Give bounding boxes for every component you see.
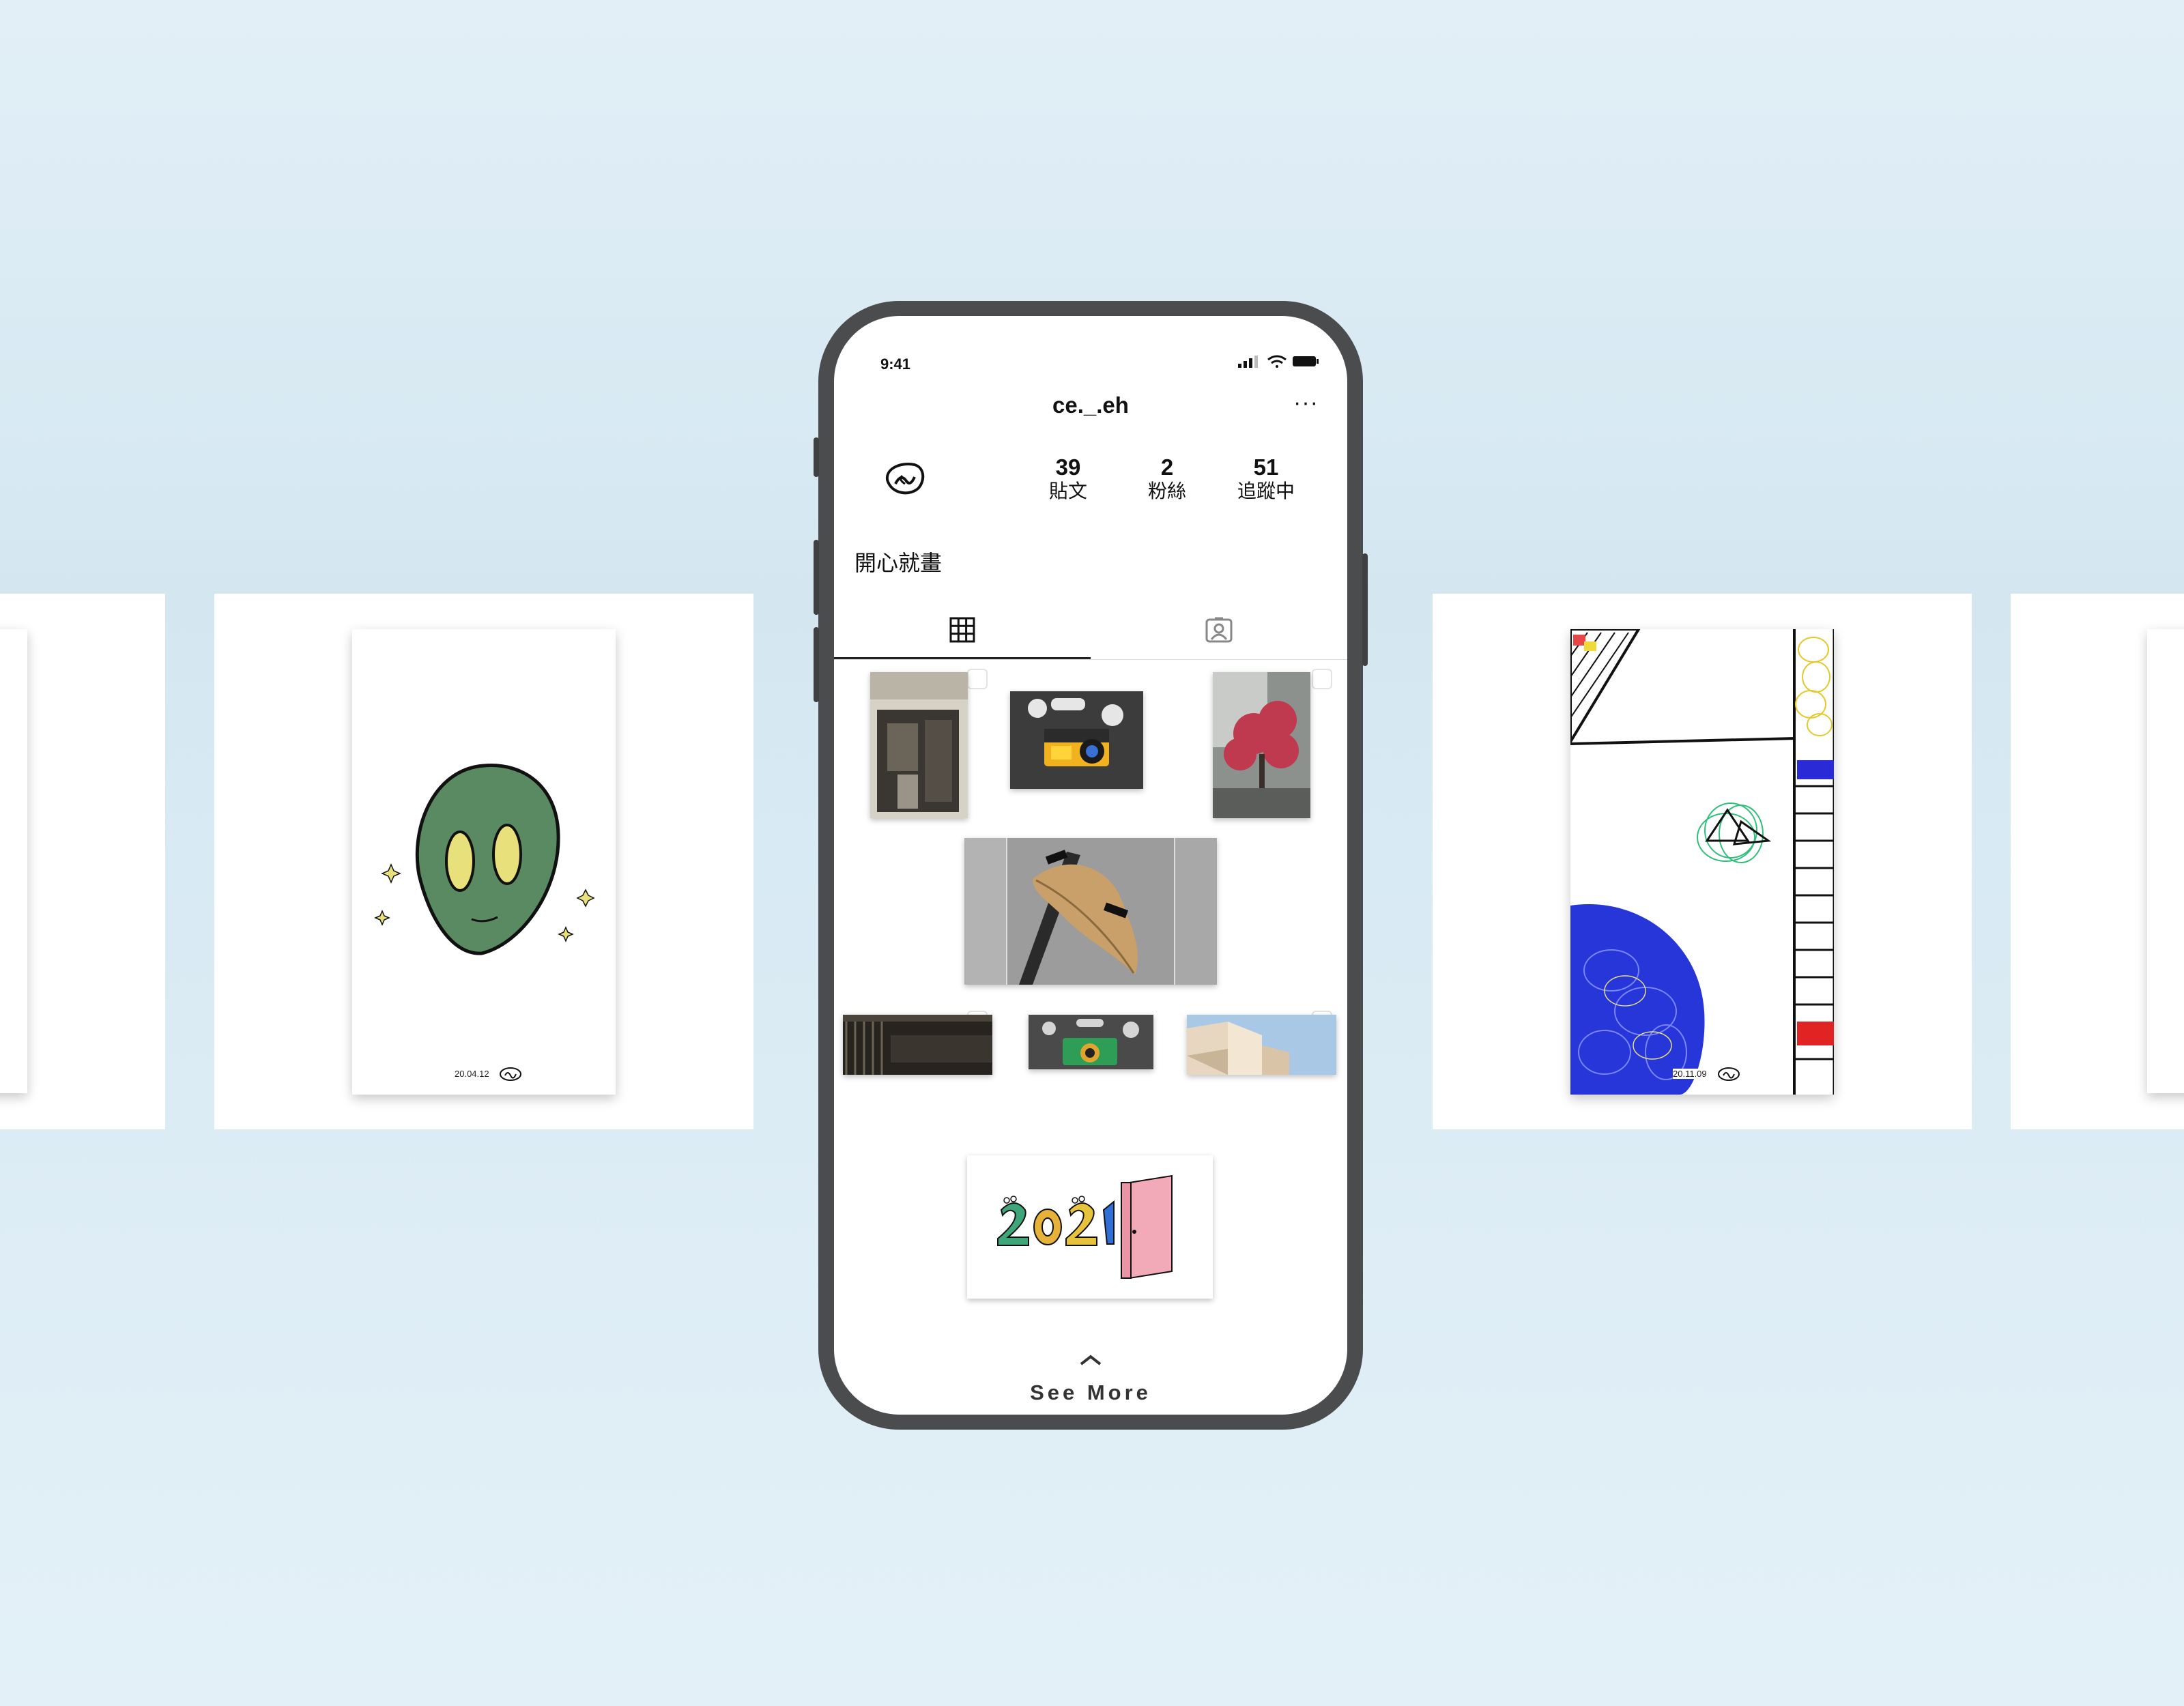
profile-avatar-logo-icon[interactable]: [882, 459, 927, 497]
alien-drawing: [374, 764, 595, 955]
profile-bio: 開心就畫: [854, 551, 943, 575]
post-thumbnail[interactable]: [964, 838, 1217, 985]
poster-abstract: 20.11.09: [1570, 629, 1834, 1095]
post-thumbnail[interactable]: [843, 1015, 992, 1075]
post-thumbnail[interactable]: [967, 1155, 1213, 1299]
stat-posts-count: 39: [1055, 454, 1081, 480]
signature-logo-icon: [500, 1067, 521, 1081]
battery-icon: [1293, 356, 1319, 366]
volume-down-button: [814, 627, 819, 702]
side-button: [814, 437, 819, 477]
chevron-up-icon[interactable]: [1078, 1353, 1103, 1367]
status-icons: [1238, 355, 1319, 368]
volume-up-button: [814, 540, 819, 615]
gallery-card-far-right: [2011, 594, 2184, 1129]
stat-posts-label: 貼文: [1048, 480, 1087, 502]
photo-camera-bw: [1029, 1015, 1153, 1069]
see-more-button[interactable]: See More: [834, 1380, 1347, 1405]
photo-corridor: [843, 1015, 992, 1075]
power-button: [1362, 553, 1368, 666]
stat-posts[interactable]: 39 貼文: [1020, 455, 1116, 503]
poster-alien: 20.04.12: [352, 629, 616, 1095]
gallery-card-far-left: [0, 594, 165, 1129]
status-time: 9:41: [880, 356, 911, 373]
post-thumbnail[interactable]: [1187, 1015, 1336, 1075]
poster-date-left: 20.04.12: [455, 1069, 489, 1079]
photo-dry-leaf: [964, 838, 1217, 985]
post-thumbnail[interactable]: [1029, 1015, 1153, 1069]
stat-followers-label: 粉絲: [1147, 480, 1186, 502]
photo-shop-front: [870, 672, 968, 818]
photo-building: [1187, 1015, 1336, 1075]
poster-date-right: 20.11.09: [1673, 1069, 1707, 1079]
post-thumbnail[interactable]: [870, 672, 968, 818]
wifi-icon: [1267, 355, 1287, 368]
multi-post-icon: [1312, 669, 1332, 689]
abstract-drawing: [1570, 629, 1834, 1095]
phone-screen: 9:41 ce._.eh ··· 39 貼文 2 粉絲 51 追蹤中 開心就畫 …: [834, 316, 1347, 1415]
post-thumbnail[interactable]: [1213, 672, 1310, 818]
poster-far-left: [0, 629, 27, 1093]
multi-post-icon: [967, 669, 988, 689]
more-options-button[interactable]: ···: [1293, 390, 1319, 416]
signal-icon: [1238, 356, 1258, 368]
signature-logo-icon: [1718, 1067, 1740, 1081]
illustration-2021-door: [967, 1155, 1213, 1299]
see-more-label: See More: [1030, 1380, 1151, 1404]
tab-grid[interactable]: [834, 601, 1091, 659]
stat-followers[interactable]: 2 粉絲: [1119, 455, 1215, 503]
photo-red-tree: [1213, 672, 1310, 818]
gallery-card-right[interactable]: 20.11.09: [1433, 594, 1972, 1129]
phone-frame: 9:41 ce._.eh ··· 39 貼文 2 粉絲 51 追蹤中 開心就畫 …: [814, 301, 1368, 1430]
photo-camera: [1010, 691, 1143, 789]
poster-far-right: [2147, 629, 2184, 1093]
tagged-icon: [1205, 617, 1233, 643]
gallery-card-left[interactable]: 20.04.12: [214, 594, 753, 1129]
grid-icon: [949, 617, 975, 643]
tab-tagged[interactable]: [1091, 601, 1347, 659]
stat-following[interactable]: 51 追蹤中: [1218, 455, 1314, 503]
profile-username: ce._.eh: [1052, 392, 1129, 418]
post-thumbnail[interactable]: [1010, 691, 1143, 789]
stat-following-count: 51: [1253, 454, 1279, 480]
stat-following-label: 追蹤中: [1237, 480, 1295, 502]
tab-divider: [834, 659, 1347, 660]
stat-followers-count: 2: [1160, 454, 1174, 480]
